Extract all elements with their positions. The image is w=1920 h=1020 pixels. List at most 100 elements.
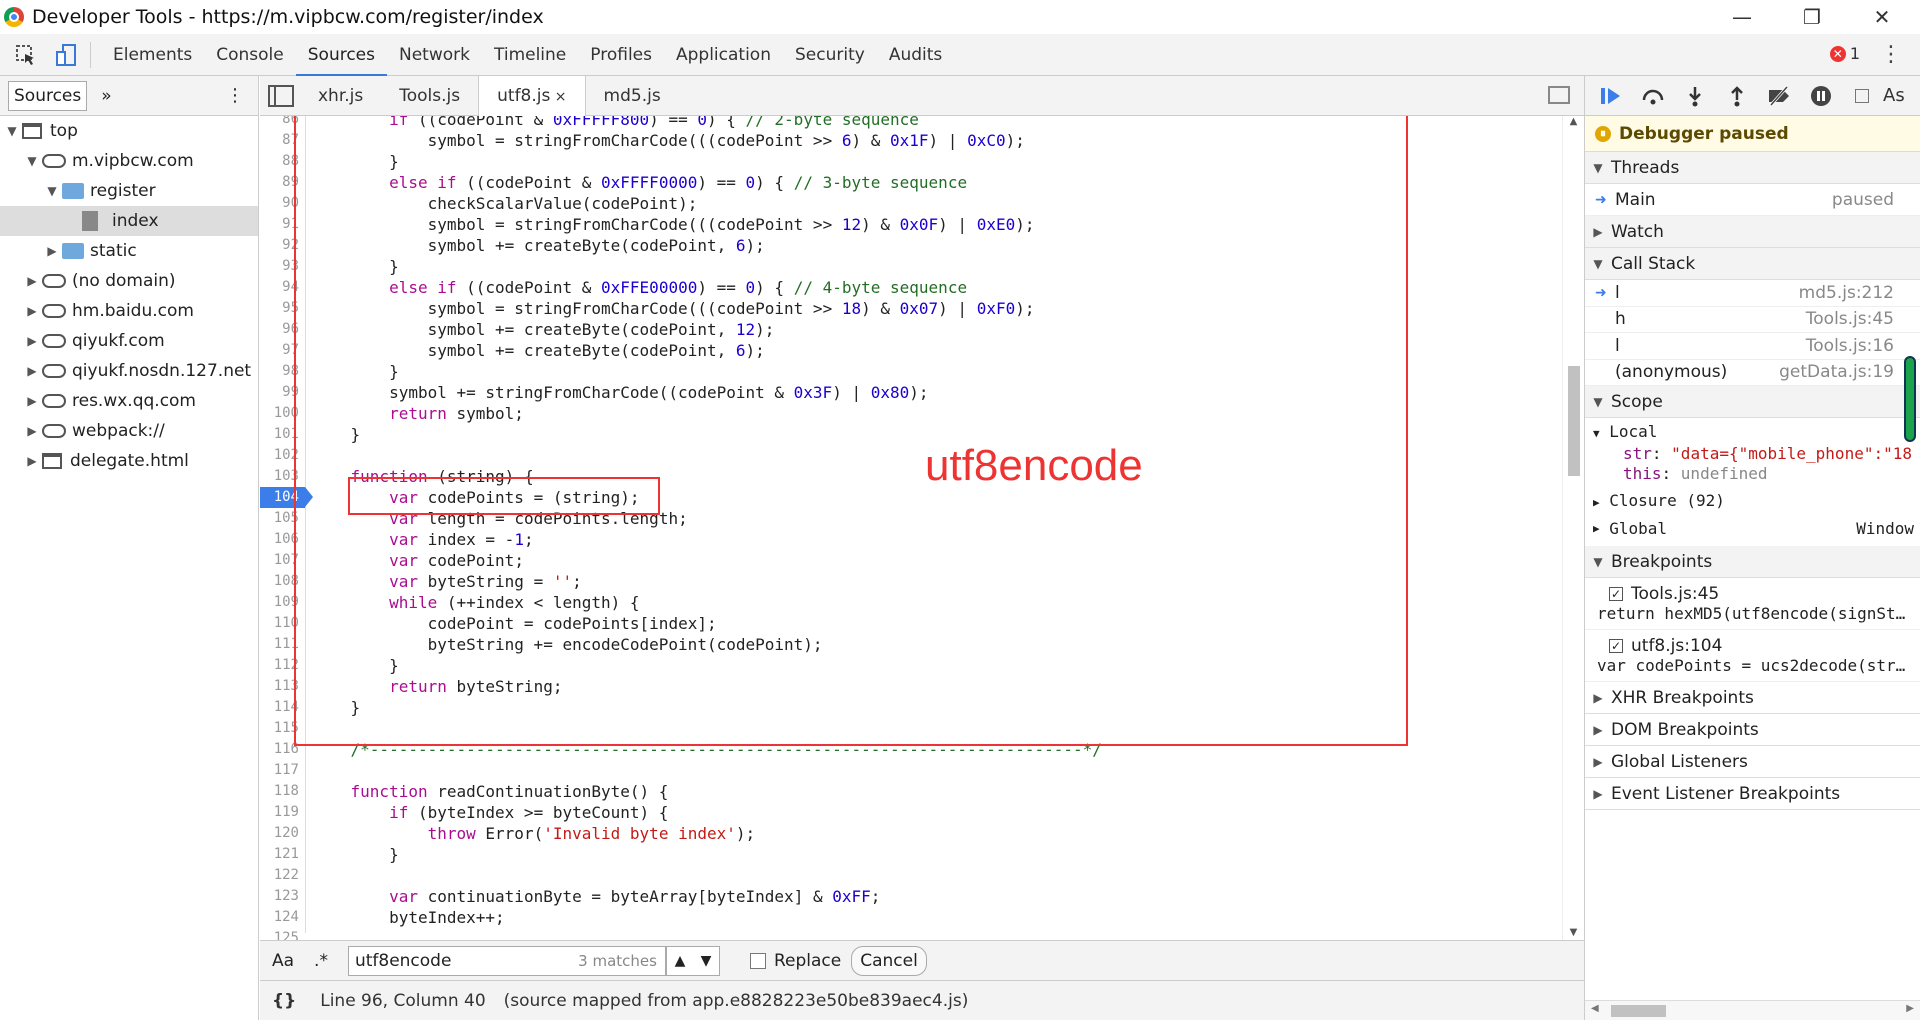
watch-section-header[interactable]: ▶ Watch [1585, 216, 1920, 248]
code-line[interactable] [306, 928, 1102, 940]
code-line[interactable]: if (byteIndex >= byteCount) { [306, 802, 1102, 823]
tab-profiles[interactable]: Profiles [578, 34, 664, 76]
local-scope[interactable]: ▼ Local [1593, 422, 1920, 444]
file-tab[interactable]: utf8.js × [478, 75, 586, 116]
line-number[interactable]: 125 [260, 928, 305, 940]
code-line[interactable]: throw Error('Invalid byte index'); [306, 823, 1102, 844]
sources-nav-tab[interactable]: Sources [8, 80, 88, 111]
line-number[interactable]: 117 [260, 760, 305, 781]
code-line[interactable] [306, 865, 1102, 886]
tab-audits[interactable]: Audits [877, 34, 954, 76]
more-options-icon[interactable]: ⋮ [1880, 42, 1902, 67]
tab-sources[interactable]: Sources [295, 34, 387, 76]
scroll-left-icon[interactable]: ◀ [1591, 1003, 1599, 1014]
scroll-right-icon[interactable]: ▶ [1906, 1003, 1914, 1014]
close-tab-icon[interactable]: × [550, 89, 567, 105]
toggle-navigator-icon[interactable] [268, 84, 294, 107]
error-counter[interactable]: ✕ 1 [1829, 44, 1860, 63]
line-number[interactable]: 118 [260, 781, 305, 802]
expand-closed-icon[interactable]: ▶ [24, 454, 40, 468]
deactivate-breakpoints-icon[interactable] [1765, 82, 1793, 110]
expand-closed-icon[interactable]: ▶ [24, 364, 40, 378]
expand-closed-icon[interactable]: ▶ [24, 274, 40, 288]
line-number[interactable]: 122 [260, 865, 305, 886]
replace-checkbox[interactable] [749, 952, 766, 969]
regex-toggle[interactable]: .* [314, 951, 328, 971]
tree-item[interactable]: ▶ delegate.html [0, 446, 258, 476]
expand-open-icon[interactable]: ▼ [4, 124, 20, 138]
callstack-section-header[interactable]: ▼ Call Stack [1585, 248, 1920, 280]
expand-closed-icon[interactable]: ▶ [24, 394, 40, 408]
breakpoint-checkbox[interactable]: ✓ [1609, 587, 1623, 601]
tab-timeline[interactable]: Timeline [482, 34, 578, 76]
frame-location[interactable]: Tools.js:45 [1806, 309, 1894, 329]
restore-button[interactable]: ❐ [1784, 0, 1840, 34]
sidebar-horizontal-scrollbar[interactable]: ◀ ▶ [1585, 1000, 1920, 1020]
section-xhr-breakpoints[interactable]: ▶ XHR Breakpoints [1585, 682, 1920, 714]
tree-item[interactable]: ▶ hm.baidu.com [0, 296, 258, 326]
breakpoint-checkbox[interactable]: ✓ [1609, 639, 1623, 653]
tree-item[interactable]: ▶ qiyukf.com [0, 326, 258, 356]
code-line[interactable]: var continuationByte = byteArray[byteInd… [306, 886, 1102, 907]
tree-item[interactable]: ▶ webpack:// [0, 416, 258, 446]
scope-section-header[interactable]: ▼ Scope [1585, 386, 1920, 418]
closure-scope[interactable]: ▶ Closure (92) [1593, 486, 1920, 516]
expand-closed-icon[interactable]: ▶ [24, 424, 40, 438]
navigator-menu-icon[interactable]: ⋮ [226, 85, 244, 106]
more-tabs-icon[interactable]: » [101, 86, 111, 106]
callstack-frame[interactable]: l Tools.js:16 [1585, 333, 1920, 360]
inspect-element-icon[interactable] [12, 41, 40, 69]
tree-item[interactable]: ▼ top [0, 116, 258, 146]
file-tab[interactable]: md5.js [586, 76, 679, 116]
code-line[interactable]: } [306, 844, 1102, 865]
frame-location[interactable]: Tools.js:16 [1806, 336, 1894, 356]
search-prev-icon[interactable]: ▲ [667, 947, 693, 975]
line-number[interactable]: 119 [260, 802, 305, 823]
scroll-up-icon[interactable]: ▲ [1563, 116, 1584, 127]
code-line[interactable] [306, 760, 1102, 781]
search-next-icon[interactable]: ▼ [693, 947, 719, 975]
tree-item[interactable]: ▶ res.wx.qq.com [0, 386, 258, 416]
threads-section-header[interactable]: ▼ Threads [1585, 152, 1920, 184]
frame-location[interactable]: md5.js:212 [1799, 283, 1894, 303]
step-over-icon[interactable] [1639, 82, 1667, 110]
file-tab[interactable]: Tools.js [381, 76, 478, 116]
search-input[interactable]: utf8encode 3 matches [347, 945, 666, 976]
line-number[interactable]: 120 [260, 823, 305, 844]
breakpoint-item[interactable]: ✓ utf8.js:104 var codePoints = ucs2decode(… [1585, 630, 1920, 682]
scope-var-this[interactable]: this: undefined [1593, 464, 1920, 486]
pause-on-exceptions-icon[interactable] [1807, 82, 1835, 110]
code-editor[interactable]: 86 87 88 89 90 91 92 93 94 95 96 97 98 99 100 101 102 103… [260, 116, 1584, 940]
async-checkbox[interactable] [1855, 88, 1869, 103]
expand-closed-icon[interactable]: ▶ [44, 244, 60, 258]
tree-item[interactable]: ▼ register [0, 176, 258, 206]
callstack-frame[interactable]: h Tools.js:45 [1585, 307, 1920, 333]
global-scope[interactable]: ▶ Global Window [1593, 516, 1920, 542]
tree-item[interactable]: ▼ m.vipbcw.com [0, 146, 258, 176]
callstack-frame[interactable]: ➜ l md5.js:212 [1585, 280, 1920, 307]
match-case-toggle[interactable]: Aa [272, 951, 294, 971]
step-into-icon[interactable] [1681, 82, 1709, 110]
scroll-thumb[interactable] [1568, 366, 1580, 476]
thread-row[interactable]: ➜ Main paused [1585, 184, 1920, 216]
tree-item[interactable]: index [0, 206, 258, 236]
close-button[interactable]: ✕ [1854, 0, 1910, 34]
editor-vertical-scrollbar[interactable]: ▲ ▼ [1562, 116, 1584, 940]
line-number[interactable]: 121 [260, 844, 305, 865]
minimize-button[interactable]: — [1714, 0, 1770, 34]
resume-icon[interactable] [1597, 82, 1625, 110]
file-tab[interactable]: xhr.js [300, 76, 381, 116]
expand-open-icon[interactable]: ▼ [44, 184, 60, 198]
frame-location[interactable]: getData.js:19 [1779, 362, 1894, 382]
expand-closed-icon[interactable]: ▶ [24, 334, 40, 348]
breakpoints-section-header[interactable]: ▼ Breakpoints [1585, 546, 1920, 578]
tab-application[interactable]: Application [664, 34, 783, 76]
device-toolbar-icon[interactable] [52, 41, 80, 69]
toggle-debugger-icon[interactable] [1548, 86, 1570, 104]
pretty-print-button[interactable]: {} [272, 991, 296, 1011]
callstack-frame[interactable]: (anonymous) getData.js:19 [1585, 360, 1920, 386]
expand-closed-icon[interactable]: ▶ [24, 304, 40, 318]
cancel-button[interactable]: Cancel [851, 945, 927, 976]
line-number[interactable]: 123 [260, 886, 305, 907]
tree-item[interactable]: ▶ (no domain) [0, 266, 258, 296]
